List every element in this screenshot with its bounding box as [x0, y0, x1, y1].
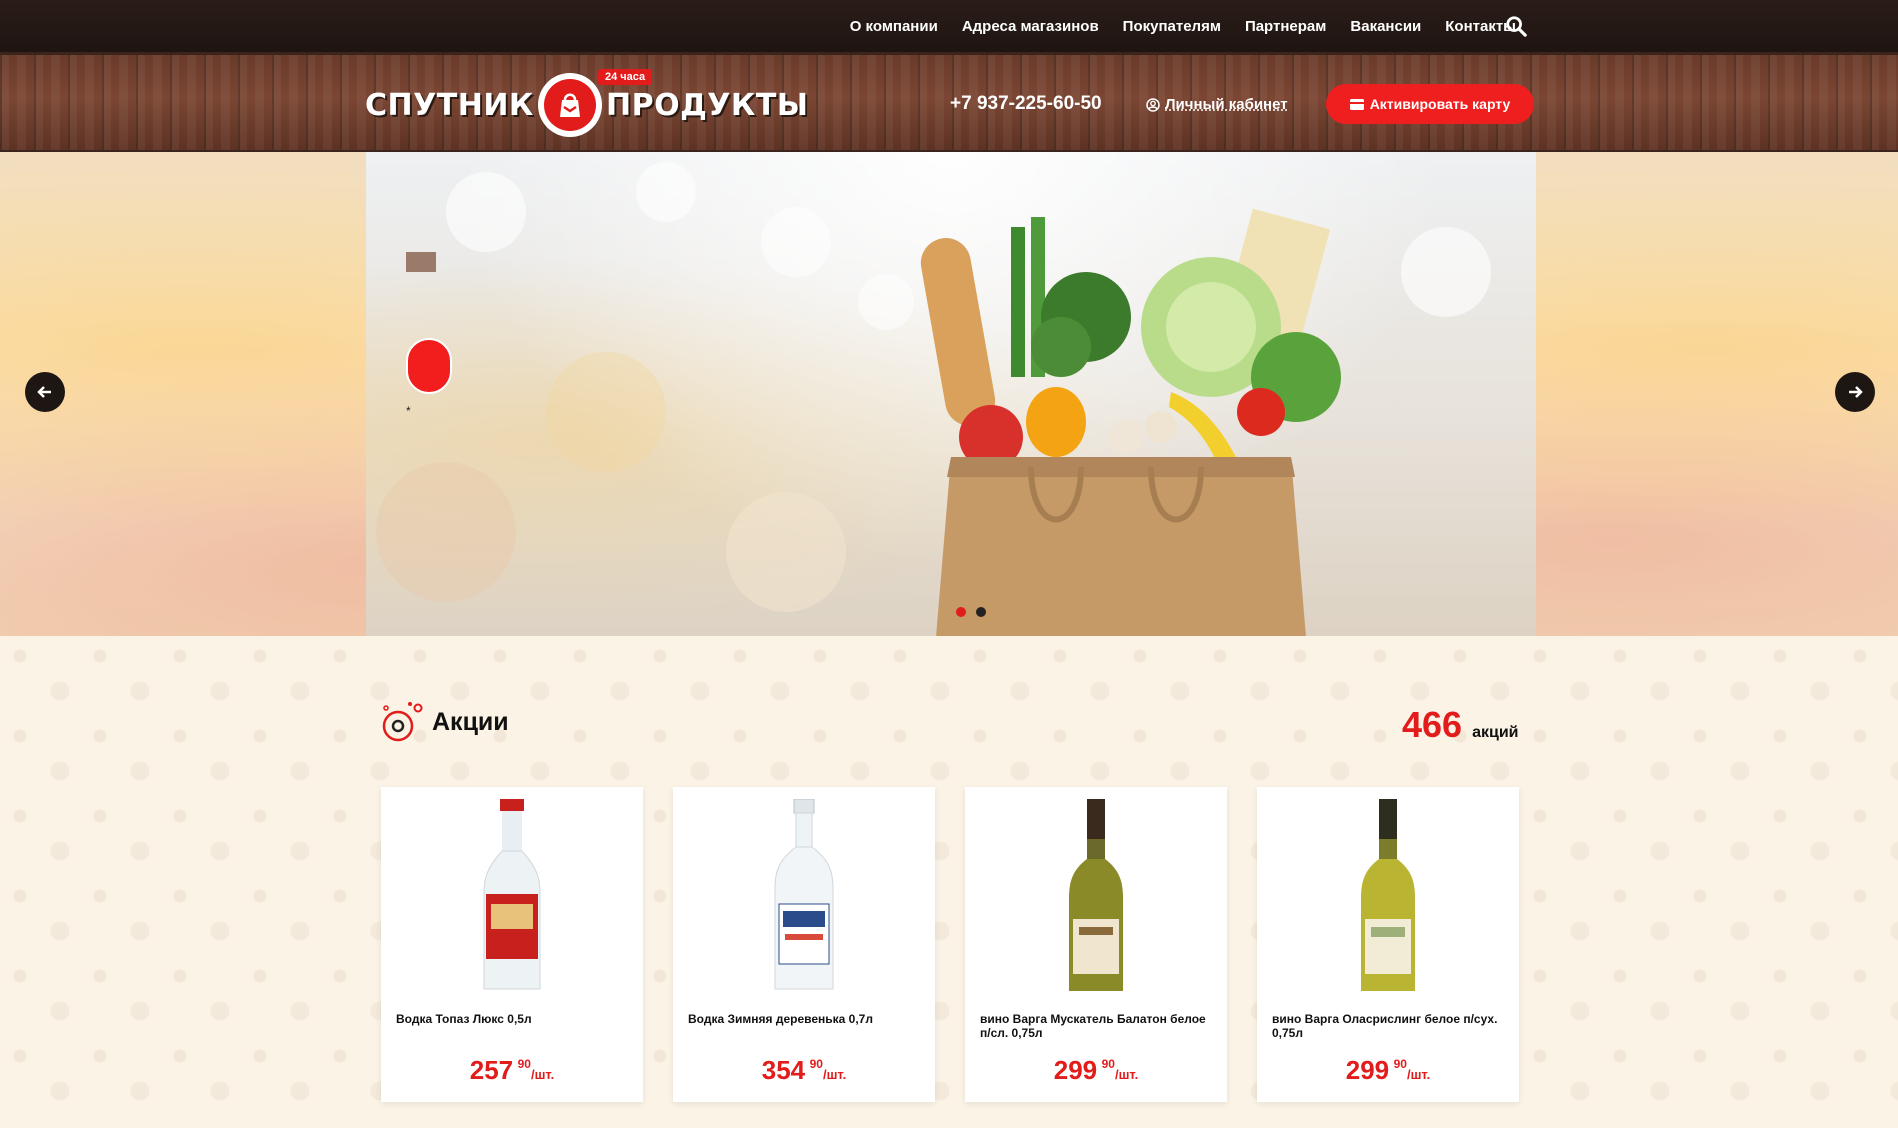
grocery-bag-image	[920, 208, 1341, 636]
product-name: Водка Топаз Люкс 0,5л	[396, 1012, 532, 1026]
price-unit: /шт.	[530, 1067, 555, 1082]
hero-slide[interactable]: *	[366, 152, 1536, 636]
price-kop: 90	[1101, 1057, 1115, 1071]
price-unit: /шт.	[822, 1067, 847, 1082]
price-rub: 257	[469, 1055, 514, 1085]
hero-carousel: *	[0, 152, 1898, 636]
promos-count: 466 акций	[1402, 704, 1519, 746]
product-card[interactable]: Водка Зимняя деревенька 0,7л 354 90/шт.	[673, 787, 935, 1102]
arrow-right-icon	[1849, 386, 1863, 398]
user-icon	[1146, 97, 1160, 112]
price-rub: 299	[1345, 1055, 1390, 1085]
nav-links: О компании Адреса магазинов Покупателям …	[850, 0, 1516, 52]
product-price: 354 90/шт.	[673, 1055, 935, 1086]
product-image	[1361, 799, 1415, 991]
arrow-left-icon	[37, 386, 51, 398]
activate-card-label: Активировать карту	[1369, 96, 1511, 112]
logo-word-right: ПРОДУКТЫ	[605, 87, 809, 123]
promos-title: Акции	[432, 707, 509, 736]
product-price: 299 90/шт.	[1257, 1055, 1519, 1086]
product-name: вино Варга Оласрислинг белое п/сух. 0,75…	[1272, 1012, 1498, 1040]
search-icon[interactable]	[1505, 15, 1527, 37]
price-rub: 299	[1053, 1055, 1098, 1085]
slide-badge	[406, 338, 452, 394]
nav-link-vacancies[interactable]: Вакансии	[1350, 18, 1421, 35]
product-price: 299 90/шт.	[965, 1055, 1227, 1086]
product-name: вино Варга Мускатель Балатон белое п/сл.…	[980, 1012, 1206, 1040]
promo-cards: Водка Топаз Люкс 0,5л 257 90/шт. Водка З…	[381, 787, 1519, 1102]
logo-badge: 24 часа	[598, 69, 653, 85]
site-header: СПУТНИК ПРОДУКТЫ 24 часа +7 937-225-60-5…	[0, 52, 1898, 152]
logo[interactable]: СПУТНИК ПРОДУКТЫ 24 часа	[365, 69, 809, 137]
product-card[interactable]: вино Варга Мускатель Балатон белое п/сл.…	[965, 787, 1227, 1102]
product-price: 257 90/шт.	[381, 1055, 643, 1086]
product-image	[483, 799, 541, 990]
price-kop: 90	[809, 1057, 823, 1071]
activate-card-button[interactable]: Активировать карту	[1326, 84, 1534, 124]
logo-word-left: СПУТНИК	[365, 87, 534, 123]
product-image	[1069, 799, 1123, 991]
carousel-dots	[956, 607, 986, 617]
price-kop: 90	[1393, 1057, 1407, 1071]
card-icon	[1349, 98, 1364, 110]
slide-footnote: *	[406, 404, 411, 418]
product-image	[774, 799, 834, 990]
nav-link-partners[interactable]: Партнерам	[1245, 18, 1326, 35]
personal-cabinet-link[interactable]: Личный кабинет	[1146, 96, 1288, 113]
promos-count-number: 466	[1402, 704, 1463, 745]
cabinet-label: Личный кабинет	[1165, 96, 1288, 113]
prev-slide-button[interactable]	[25, 372, 65, 412]
product-card[interactable]: вино Варга Оласрислинг белое п/сух. 0,75…	[1257, 787, 1519, 1102]
carousel-dot-2[interactable]	[976, 607, 986, 617]
promo-icon	[382, 702, 423, 742]
nav-link-about[interactable]: О компании	[850, 18, 938, 35]
logo-bag-icon	[537, 73, 602, 137]
price-unit: /шт.	[1406, 1067, 1431, 1082]
product-card[interactable]: Водка Топаз Люкс 0,5л 257 90/шт.	[381, 787, 643, 1102]
nav-link-customers[interactable]: Покупателям	[1123, 18, 1221, 35]
promos-count-unit: акций	[1472, 724, 1519, 741]
next-slide-button[interactable]	[1835, 372, 1875, 412]
slide-tag	[406, 252, 436, 272]
product-name: Водка Зимняя деревенька 0,7л	[688, 1012, 873, 1026]
price-kop: 90	[517, 1057, 531, 1071]
phone-number[interactable]: +7 937-225-60-50	[950, 93, 1102, 115]
price-unit: /шт.	[1114, 1067, 1139, 1082]
nav-link-stores[interactable]: Адреса магазинов	[962, 18, 1099, 35]
carousel-dot-1[interactable]	[956, 607, 966, 617]
top-navigation: О компании Адреса магазинов Покупателям …	[0, 0, 1898, 52]
promos-header: Акции	[380, 700, 509, 744]
price-rub: 354	[761, 1055, 806, 1085]
